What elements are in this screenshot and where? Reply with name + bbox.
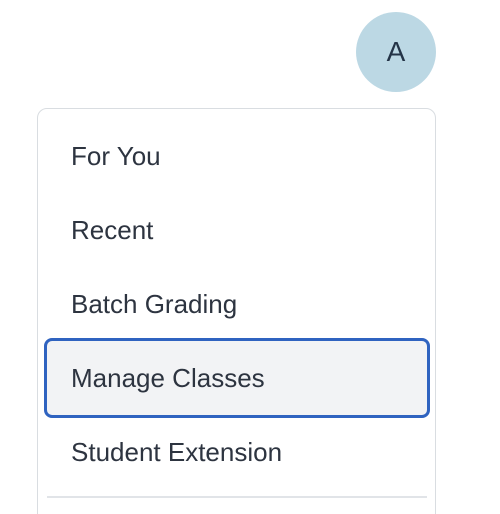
menu-item-batch-grading[interactable]: Batch Grading bbox=[44, 267, 430, 341]
menu-item-manage-classes[interactable]: Manage Classes bbox=[44, 338, 430, 418]
menu-item-for-you[interactable]: For You bbox=[44, 119, 430, 193]
menu-item-student-extension[interactable]: Student Extension bbox=[44, 415, 430, 489]
user-avatar-button[interactable]: A bbox=[356, 12, 436, 92]
menu-divider bbox=[47, 496, 427, 498]
user-dropdown-menu: For You Recent Batch Grading Manage Clas… bbox=[37, 108, 436, 514]
menu-item-recent[interactable]: Recent bbox=[44, 193, 430, 267]
app-screen: A For You Recent Batch Grading Manage Cl… bbox=[0, 0, 500, 514]
